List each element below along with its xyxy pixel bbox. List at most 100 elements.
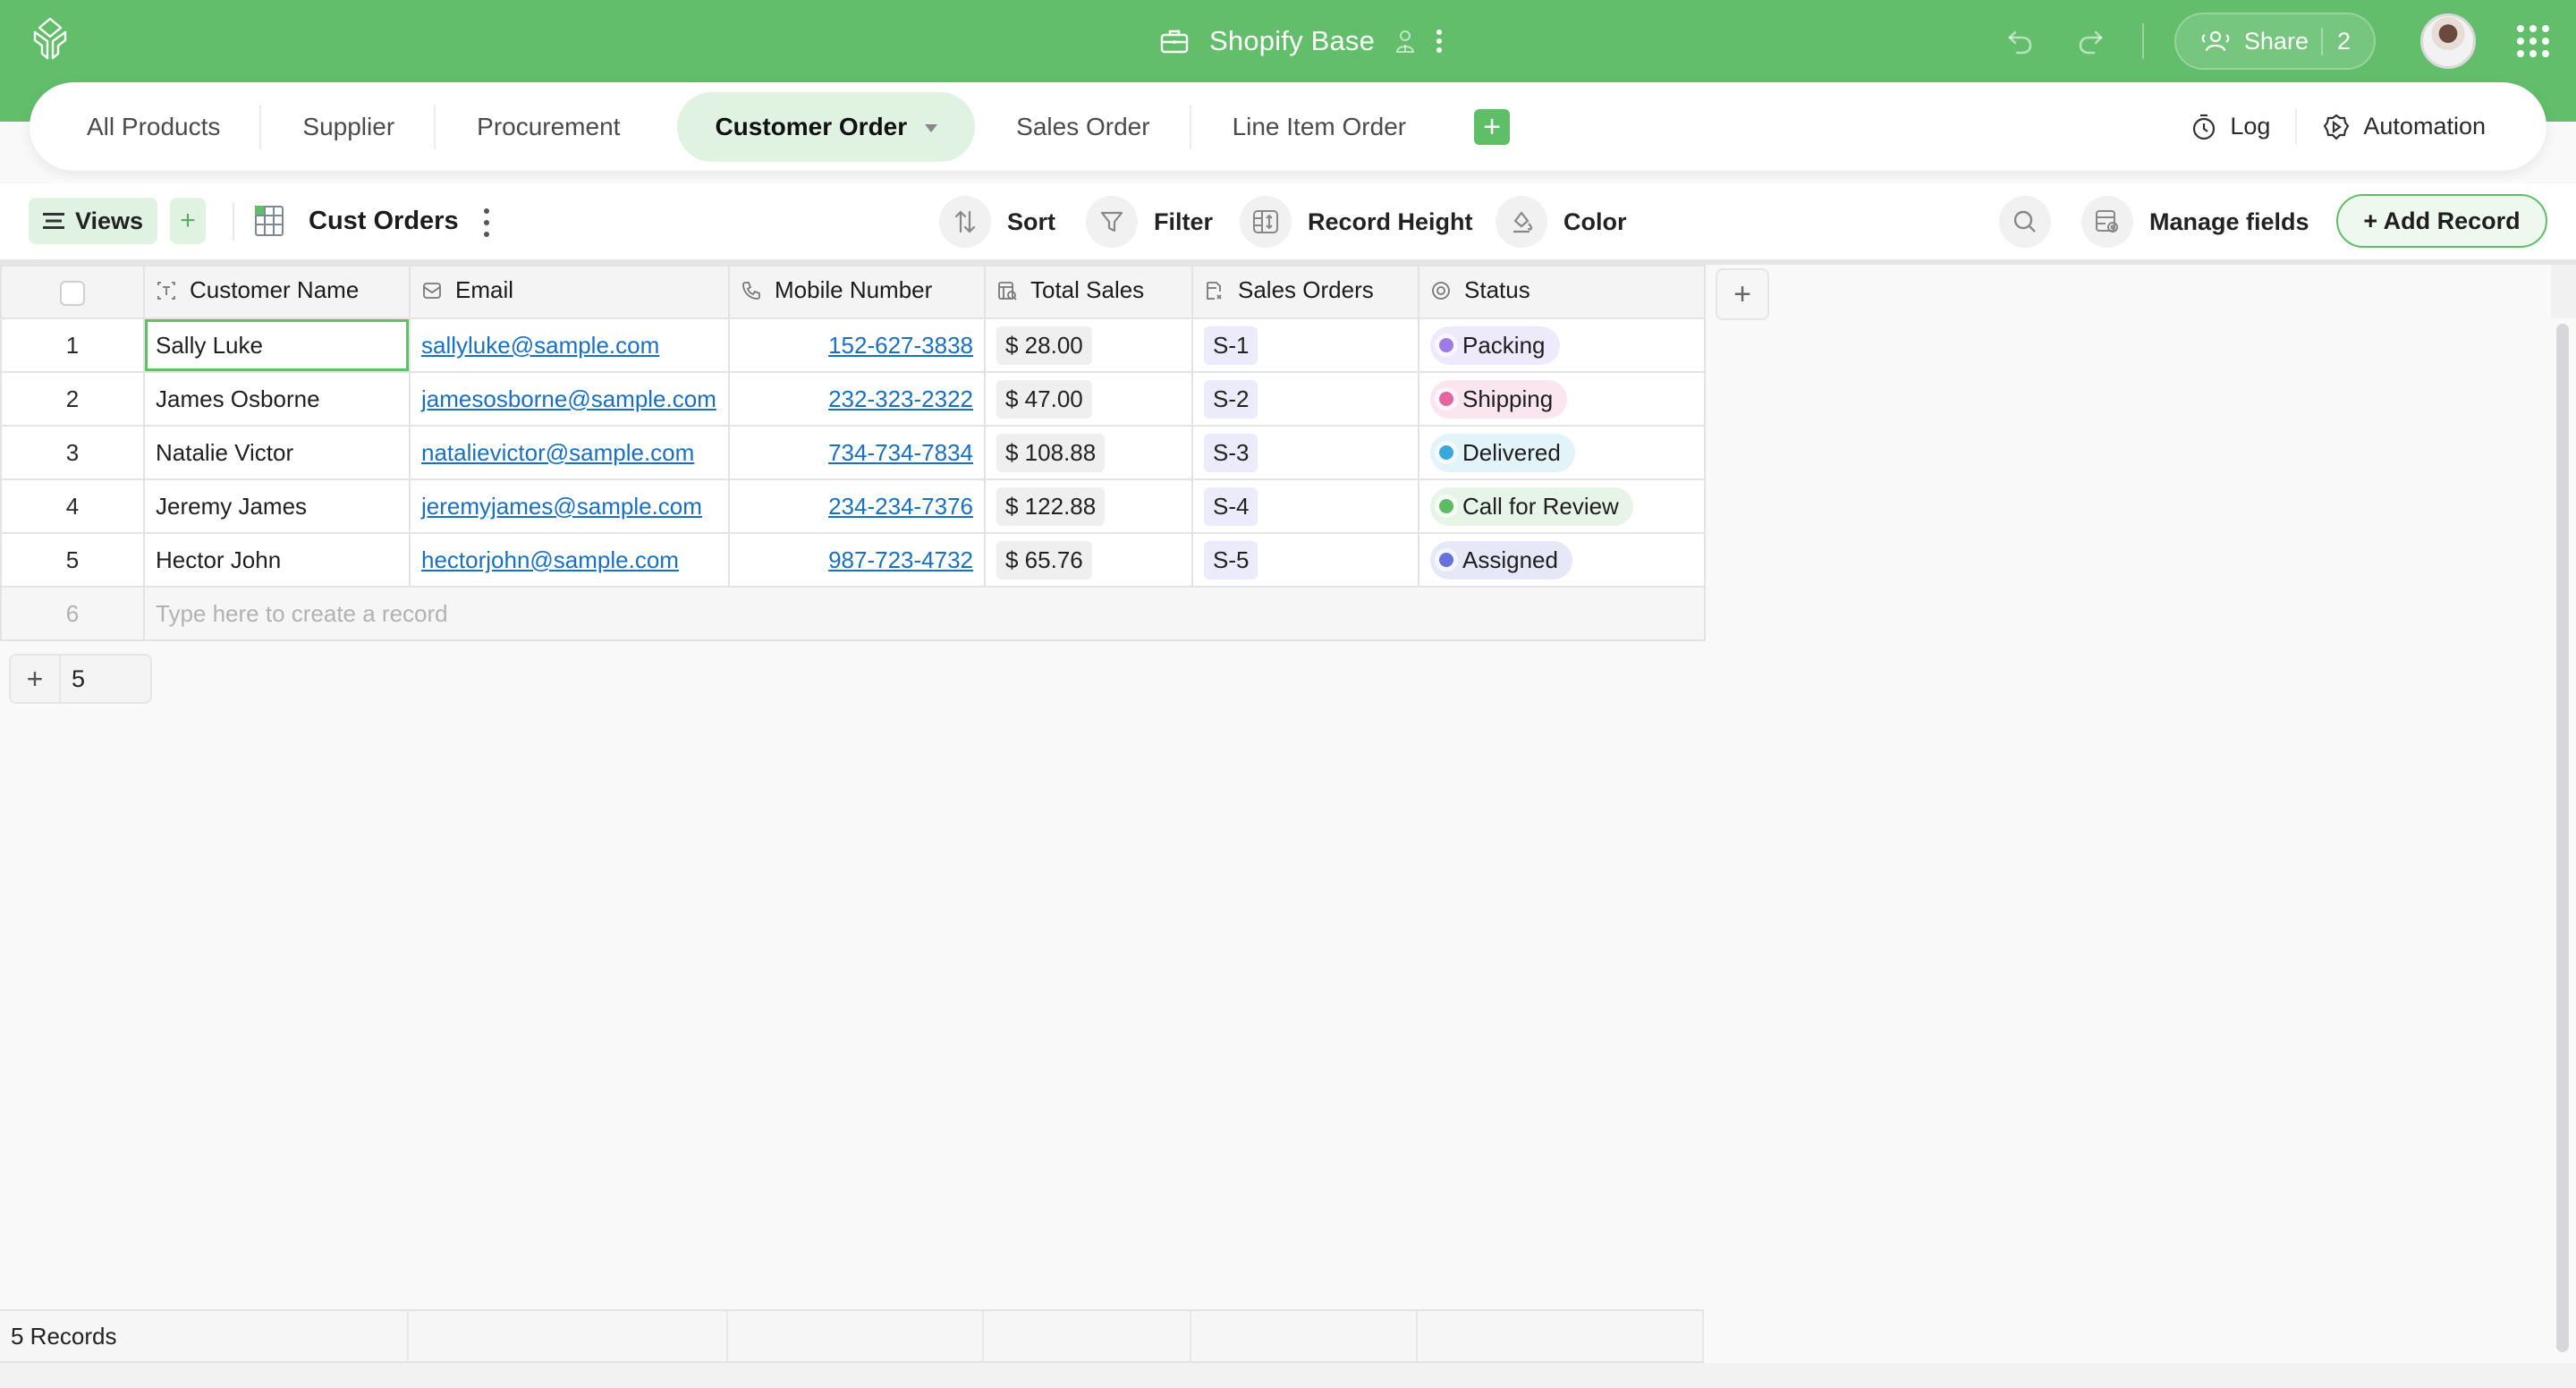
- add-rows-plus-icon[interactable]: +: [11, 656, 61, 702]
- cell-mobile-number[interactable]: 987-723-4732: [728, 532, 986, 588]
- column-header-total-sales[interactable]: Total Sales: [984, 265, 1193, 319]
- automation-button[interactable]: Automation: [2297, 113, 2511, 141]
- column-header-sales-orders[interactable]: Sales Orders: [1191, 265, 1419, 319]
- phone-link[interactable]: 152-627-3838: [828, 332, 973, 359]
- add-view-button[interactable]: +: [170, 198, 206, 244]
- color-button[interactable]: Color: [1496, 196, 1627, 248]
- manage-fields-button[interactable]: Manage fields: [2081, 196, 2309, 248]
- vertical-scrollbar[interactable]: [2551, 265, 2576, 1363]
- new-record-row[interactable]: 6 Type here to create a record: [0, 586, 1706, 641]
- tab-all-products[interactable]: All Products: [46, 92, 262, 162]
- table-row[interactable]: 2 James Osborne jamesosborne@sample.com 232…: [0, 371, 1706, 427]
- tab-customer-order[interactable]: Customer Order: [677, 91, 976, 162]
- add-field-button[interactable]: +: [1716, 268, 1769, 320]
- cell-sales-orders[interactable]: S-5: [1191, 532, 1419, 588]
- cell-email[interactable]: natalievictor@sample.com: [409, 425, 730, 480]
- user-avatar[interactable]: [2420, 13, 2476, 69]
- cell-mobile-number[interactable]: 734-734-7834: [728, 425, 986, 480]
- sales-order-chip[interactable]: S-5: [1204, 540, 1258, 580]
- row-number[interactable]: 2: [0, 371, 145, 427]
- tab-line-item-order[interactable]: Line Item Order: [1191, 92, 1448, 162]
- summary-cell[interactable]: [1418, 1311, 1704, 1361]
- tab-procurement[interactable]: Procurement: [436, 92, 661, 162]
- tab-sales-order[interactable]: Sales Order: [975, 92, 1191, 162]
- summary-cell[interactable]: [984, 1311, 1191, 1361]
- row-number[interactable]: 3: [0, 425, 145, 480]
- email-link[interactable]: hectorjohn@sample.com: [421, 546, 679, 573]
- phone-link[interactable]: 987-723-4732: [828, 546, 973, 573]
- email-link[interactable]: jeremyjames@sample.com: [421, 493, 702, 520]
- cell-email[interactable]: sallyluke@sample.com: [409, 317, 730, 373]
- cell-mobile-number[interactable]: 234-234-7376: [728, 478, 986, 534]
- row-number[interactable]: 5: [0, 532, 145, 588]
- base-title[interactable]: Shopify Base: [1209, 25, 1375, 57]
- share-button[interactable]: Share 2: [2174, 13, 2376, 70]
- cell-sales-orders[interactable]: S-3: [1191, 425, 1419, 480]
- cell-mobile-number[interactable]: 232-323-2322: [728, 371, 986, 427]
- column-header-mobile-number[interactable]: Mobile Number: [728, 265, 986, 319]
- cell-total-sales[interactable]: $ 65.76: [984, 532, 1193, 588]
- cell-status[interactable]: Delivered: [1418, 425, 1706, 480]
- collaborator-icon[interactable]: [1394, 29, 1416, 54]
- cell-sales-orders[interactable]: S-4: [1191, 478, 1419, 534]
- vertical-scrollbar-thumb[interactable]: [2556, 324, 2569, 1352]
- cell-status[interactable]: Shipping: [1418, 371, 1706, 427]
- cell-total-sales[interactable]: $ 108.88: [984, 425, 1193, 480]
- column-header-status[interactable]: Status: [1418, 265, 1706, 319]
- column-header-email[interactable]: Email: [409, 265, 730, 319]
- cell-status[interactable]: Call for Review: [1418, 478, 1706, 534]
- select-all-checkbox[interactable]: [60, 281, 85, 307]
- summary-cell[interactable]: [1191, 1311, 1418, 1361]
- table-row[interactable]: 1 Sally Luke sallyluke@sample.com 152-627-3…: [0, 317, 1706, 373]
- phone-link[interactable]: 734-734-7834: [828, 439, 973, 466]
- tab-supplier[interactable]: Supplier: [261, 92, 436, 162]
- email-link[interactable]: natalievictor@sample.com: [421, 439, 694, 466]
- sort-button[interactable]: Sort: [939, 196, 1055, 248]
- column-header-customer-name[interactable]: Customer Name: [143, 265, 411, 319]
- add-record-button[interactable]: + Add Record: [2336, 194, 2547, 248]
- log-button[interactable]: Log: [2165, 113, 2295, 141]
- filter-button[interactable]: Filter: [1086, 196, 1213, 248]
- new-record-input[interactable]: Type here to create a record: [143, 586, 1706, 641]
- row-number[interactable]: 4: [0, 478, 145, 534]
- cell-customer-name[interactable]: Jeremy James: [143, 478, 411, 534]
- cell-sales-orders[interactable]: S-1: [1191, 317, 1419, 373]
- cell-customer-name[interactable]: Sally Luke: [143, 317, 411, 373]
- views-button[interactable]: Views: [29, 198, 158, 244]
- cell-email[interactable]: hectorjohn@sample.com: [409, 532, 730, 588]
- undo-icon[interactable]: [2003, 23, 2038, 59]
- cell-email[interactable]: jamesosborne@sample.com: [409, 371, 730, 427]
- cell-customer-name[interactable]: Natalie Victor: [143, 425, 411, 480]
- search-button[interactable]: [1999, 196, 2051, 248]
- cell-status[interactable]: Packing: [1418, 317, 1706, 373]
- summary-cell[interactable]: [728, 1311, 984, 1361]
- view-name[interactable]: Cust Orders: [309, 207, 459, 236]
- cell-total-sales[interactable]: $ 122.88: [984, 478, 1193, 534]
- email-link[interactable]: jamesosborne@sample.com: [421, 385, 716, 412]
- phone-link[interactable]: 234-234-7376: [828, 493, 973, 520]
- more-options-icon[interactable]: [1436, 29, 1443, 54]
- cell-customer-name[interactable]: James Osborne: [143, 371, 411, 427]
- app-logo-icon[interactable]: [30, 16, 70, 61]
- cell-total-sales[interactable]: $ 28.00: [984, 317, 1193, 373]
- table-row[interactable]: 5 Hector John hectorjohn@sample.com 987-723…: [0, 532, 1706, 588]
- add-rows-control[interactable]: + 5: [9, 654, 152, 704]
- cell-mobile-number[interactable]: 152-627-3838: [728, 317, 986, 373]
- cell-customer-name[interactable]: Hector John: [143, 532, 411, 588]
- add-rows-count[interactable]: 5: [61, 665, 85, 693]
- sales-order-chip[interactable]: S-3: [1204, 433, 1258, 472]
- cell-email[interactable]: jeremyjames@sample.com: [409, 478, 730, 534]
- summary-cell[interactable]: [409, 1311, 728, 1361]
- table-row[interactable]: 3 Natalie Victor natalievictor@sample.com 7…: [0, 425, 1706, 480]
- email-link[interactable]: sallyluke@sample.com: [421, 332, 659, 359]
- add-table-button[interactable]: +: [1474, 108, 1511, 145]
- apps-grid-icon[interactable]: [2517, 25, 2549, 57]
- view-more-icon[interactable]: [483, 208, 490, 237]
- chevron-down-icon[interactable]: [925, 124, 938, 132]
- cell-sales-orders[interactable]: S-2: [1191, 371, 1419, 427]
- redo-icon[interactable]: [2072, 23, 2108, 59]
- cell-total-sales[interactable]: $ 47.00: [984, 371, 1193, 427]
- sales-order-chip[interactable]: S-4: [1204, 487, 1258, 526]
- row-number[interactable]: 1: [0, 317, 145, 373]
- cell-status[interactable]: Assigned: [1418, 532, 1706, 588]
